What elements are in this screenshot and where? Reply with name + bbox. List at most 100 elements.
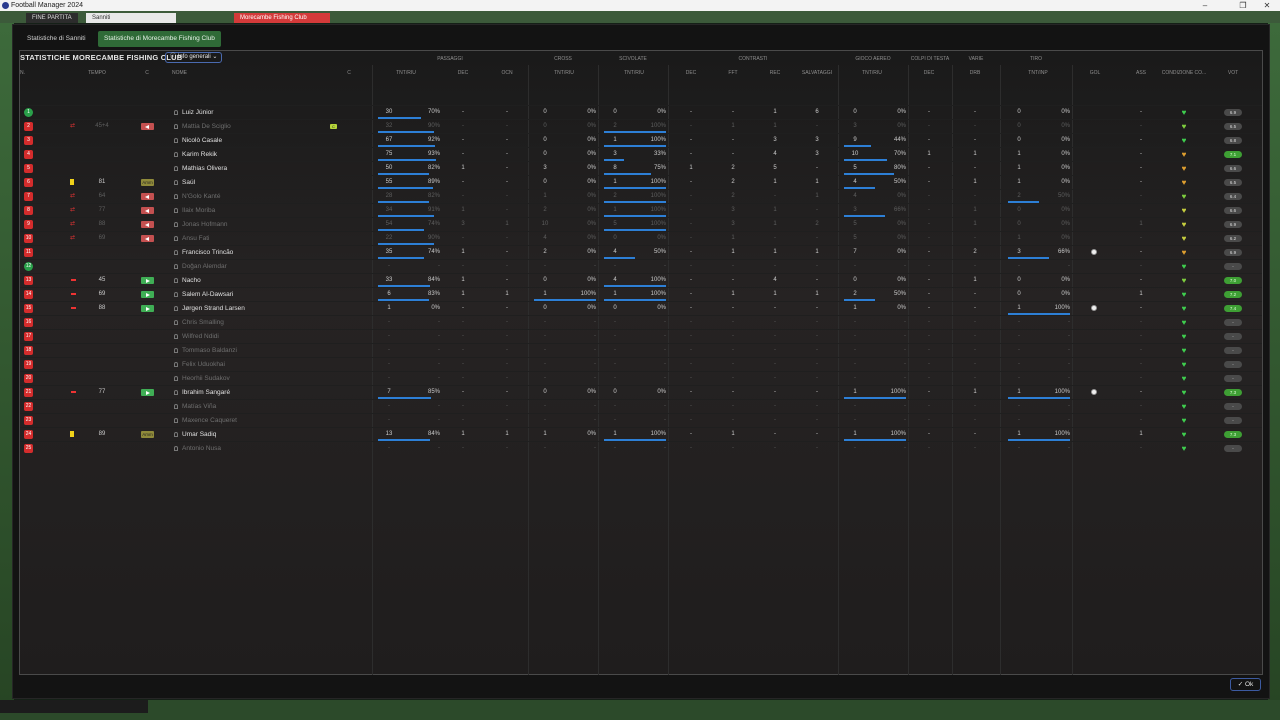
column-header-cdec[interactable]: DEC: [684, 70, 698, 76]
dribbles: -: [974, 319, 976, 325]
table-row[interactable]: 18 Tommaso Baldanzi - - - - - - - - - - - - - - - - - - - ♥ -: [20, 343, 1262, 357]
table-row[interactable]: 12 Doğan Alemdar - - - - - - - - - - - - - - - - - - - ♥ -: [20, 259, 1262, 273]
table-row[interactable]: 11 Francisco Trincão 35 74% 1-2 0% 4 50% -1 1 1 7 0%…: [20, 245, 1262, 259]
condition-heart-icon: ♥: [1181, 416, 1187, 425]
minute: [92, 372, 112, 385]
dribbles: -: [974, 417, 976, 423]
table-row[interactable]: 19 Felix Uduokhai - - - - - - - - - - - - - - - - - - - ♥ -: [20, 357, 1262, 371]
column-header-fft[interactable]: FFT: [726, 70, 740, 76]
table-row[interactable]: 4 Karim Rekik 75 93% - -0 0% 3 33% - -4 3 10 70% 1 1 1 0%…: [20, 147, 1262, 161]
column-header-rec[interactable]: REC: [768, 70, 782, 76]
player-name[interactable]: Heorhii Sudakov: [182, 372, 332, 385]
table-row[interactable]: 16 Chris Smalling - - - - - - - - - - - - - - - - - - - ♥ -: [20, 315, 1262, 329]
condition-heart-icon: ♥: [1181, 332, 1187, 341]
column-header-salv[interactable]: SALVATAGGI: [800, 70, 834, 76]
position-badge: 2: [24, 122, 33, 131]
player-name[interactable]: Umar Sadiq: [182, 428, 332, 441]
column-header-tempo[interactable]: TEMPO: [82, 70, 112, 76]
column-header-cross_tnt[interactable]: TNT/RIU: [550, 70, 578, 76]
table-row[interactable]: 24 89 Amm Umar Sadiq 13 84% 1 1 1 0% 1 100% -1- -1 100…: [20, 427, 1262, 441]
player-name[interactable]: Nacho: [182, 274, 332, 287]
column-header-drb[interactable]: DRB: [968, 70, 982, 76]
player-name[interactable]: Ibrahim Sangaré: [182, 386, 332, 399]
player-name[interactable]: Antonio Nusa: [182, 442, 332, 455]
column-header-tnt[interactable]: TNT/RIU: [392, 70, 420, 76]
column-header-aer_tnt[interactable]: TNT/RIU: [858, 70, 886, 76]
table-row[interactable]: 25 Antonio Nusa - - - - - - - - - - - - - - - - - - - ♥ -: [20, 441, 1262, 455]
player-name[interactable]: Saúl: [182, 176, 332, 189]
column-header-nome[interactable]: NOME: [172, 70, 212, 76]
tab-morecambe-stats[interactable]: Statistiche di Morecambe Fishing Club: [98, 31, 221, 47]
table-row[interactable]: 13 45 Nacho 33 84% 1-0 0% 4 100% - -4-0 0% -1 0 0% - ♥ 7.…: [20, 273, 1262, 287]
column-header-c[interactable]: C: [142, 70, 152, 76]
tab-sanniti-stats[interactable]: Statistiche di Sanniti: [21, 31, 92, 47]
tackles-percent: 0%: [657, 305, 666, 311]
column-header-tiro_tnt[interactable]: TNT/INP: [1024, 70, 1052, 76]
table-row[interactable]: 22 Matías Viña - - - - - - - - - - - - - - - - - - - ♥ -: [20, 399, 1262, 413]
table-row[interactable]: 8 ⇄ 77 Ilaix Moriba 34 91% 1-2 0% 1 100% -3 1-3 66% -…: [20, 203, 1262, 217]
player-name[interactable]: Luiz Júnior: [182, 106, 332, 119]
player-name[interactable]: Jørgen Strand Larsen: [182, 302, 332, 315]
column-header-cond[interactable]: CONDIZIONE CO...: [1158, 70, 1210, 76]
player-name[interactable]: Doğan Alemdar: [182, 260, 332, 273]
player-name[interactable]: Mattia De Sciglio: [182, 120, 332, 133]
player-name[interactable]: Ansu Fati: [182, 232, 332, 245]
clearances: -: [816, 361, 818, 367]
clearances: 1: [815, 193, 819, 199]
player-name[interactable]: Salem Al-Dawsari: [182, 288, 332, 301]
decisive-tackles: 1: [689, 165, 693, 171]
table-row[interactable]: 7 ⇄ 64 N'Golo Kanté 28 82% - -1 0% 2 100% -2-1 4 0% - -…: [20, 189, 1262, 203]
tackles-percent: 33%: [653, 151, 666, 157]
player-name[interactable]: Wilfred Ndidi: [182, 330, 332, 343]
table-row[interactable]: 2 ⇄ 45+4 Mattia De Sciglio C 32 90% - -0 0% 2 100% -…: [20, 119, 1262, 133]
column-header-n[interactable]: N.: [20, 70, 30, 76]
table-row[interactable]: 21 77 Ibrahim Sangaré 7 85% - -0 0% 0 0% - - - -1 100%…: [20, 385, 1262, 399]
maximize-button[interactable]: ❐: [1230, 0, 1256, 11]
player-name[interactable]: Nicolò Casale: [182, 134, 332, 147]
player-icon: [174, 110, 178, 115]
column-header-tdec[interactable]: DEC: [922, 70, 936, 76]
player-name[interactable]: Felix Uduokhai: [182, 358, 332, 371]
condition-heart-icon: ♥: [1181, 360, 1187, 369]
table-row[interactable]: 23 Maxence Caqueret - - - - - - - - - - - - - - - - - - - ♥ -: [20, 413, 1262, 427]
table-row[interactable]: 15 88 Jørgen Strand Larsen 1 0% - - 0 0% 0 0% - - - - 1…: [20, 301, 1262, 315]
shots-count: 1: [1017, 165, 1021, 171]
player-name[interactable]: N'Golo Kanté: [182, 190, 332, 203]
player-name[interactable]: Tommaso Baldanzi: [182, 344, 332, 357]
fouls: -: [732, 389, 734, 395]
table-row[interactable]: 9 ⇄ 88 Jonas Hofmann 54 74% 3 1 10 0% 5 100% -3 1 2 5 0%…: [20, 217, 1262, 231]
table-row[interactable]: 1 Luiz Júnior 30 70% - -0 0% 0 0% - -1 6 0 0% - -0 0% - ♥ 6…: [20, 105, 1262, 119]
minimize-button[interactable]: –: [1192, 0, 1218, 11]
player-name[interactable]: Chris Smalling: [182, 316, 332, 329]
table-row[interactable]: 14 69 Salem Al-Dawsari 6 83% 1 1 1 100% 1 100% -1 1 1…: [20, 287, 1262, 301]
table-row[interactable]: 3 Nicolò Casale 67 92% - -0 0% 1 100% - -3 3 9 44% - -0…: [20, 133, 1262, 147]
clearances: -: [816, 403, 818, 409]
player-name[interactable]: Jonas Hofmann: [182, 218, 332, 231]
column-header-sciv_tnt[interactable]: TNT/RIU: [620, 70, 648, 76]
column-header-dec[interactable]: DEC: [456, 70, 470, 76]
view-dropdown[interactable]: ⓘ Info generali ⌄: [165, 52, 223, 63]
column-header-ocn[interactable]: OCN: [500, 70, 514, 76]
player-name[interactable]: Mathias Olivera: [182, 162, 332, 175]
table-row[interactable]: 5 Mathias Olivera 50 82% 1-3 0% 8 75% 1 2 5-5 80% - -…: [20, 161, 1262, 175]
table-row[interactable]: 10 ⇄ 69 Ansu Fati 22 90% - -4 0% 0 0% -1- -5 0% - -1 0% -…: [20, 231, 1262, 245]
player-name[interactable]: Matías Viña: [182, 400, 332, 413]
column-header-vot[interactable]: VOT: [1226, 70, 1240, 76]
close-window-button[interactable]: ✕: [1254, 0, 1280, 11]
column-header-ass[interactable]: ASS: [1134, 70, 1148, 76]
column-header-c2[interactable]: C: [342, 70, 356, 76]
player-name[interactable]: Ilaix Moriba: [182, 204, 332, 217]
player-name[interactable]: Francisco Trincão: [182, 246, 332, 259]
ok-button[interactable]: ✓ Ok: [1230, 678, 1261, 691]
player-name[interactable]: Karim Rekik: [182, 148, 332, 161]
table-row[interactable]: 20 Heorhii Sudakov - - - - - - - - - - - - - - - - - - - ♥ -: [20, 371, 1262, 385]
table-row[interactable]: 6 81 Amm Saúl 55 89% - -0 0% 1 100% -2 1 1 4 50% -1 1 0% - ♥…: [20, 175, 1262, 189]
aerial-percent: -: [904, 263, 906, 269]
shots-count: -: [1018, 361, 1020, 367]
assists: 1: [1139, 221, 1143, 227]
table-row[interactable]: 17 Wilfred Ndidi - - - - - - - - - - - - - - - - - - - ♥ -: [20, 329, 1262, 343]
key-passes: -: [462, 137, 464, 143]
player-icon: [174, 236, 178, 241]
player-name[interactable]: Maxence Caqueret: [182, 414, 332, 427]
column-header-gol[interactable]: GOL: [1088, 70, 1102, 76]
